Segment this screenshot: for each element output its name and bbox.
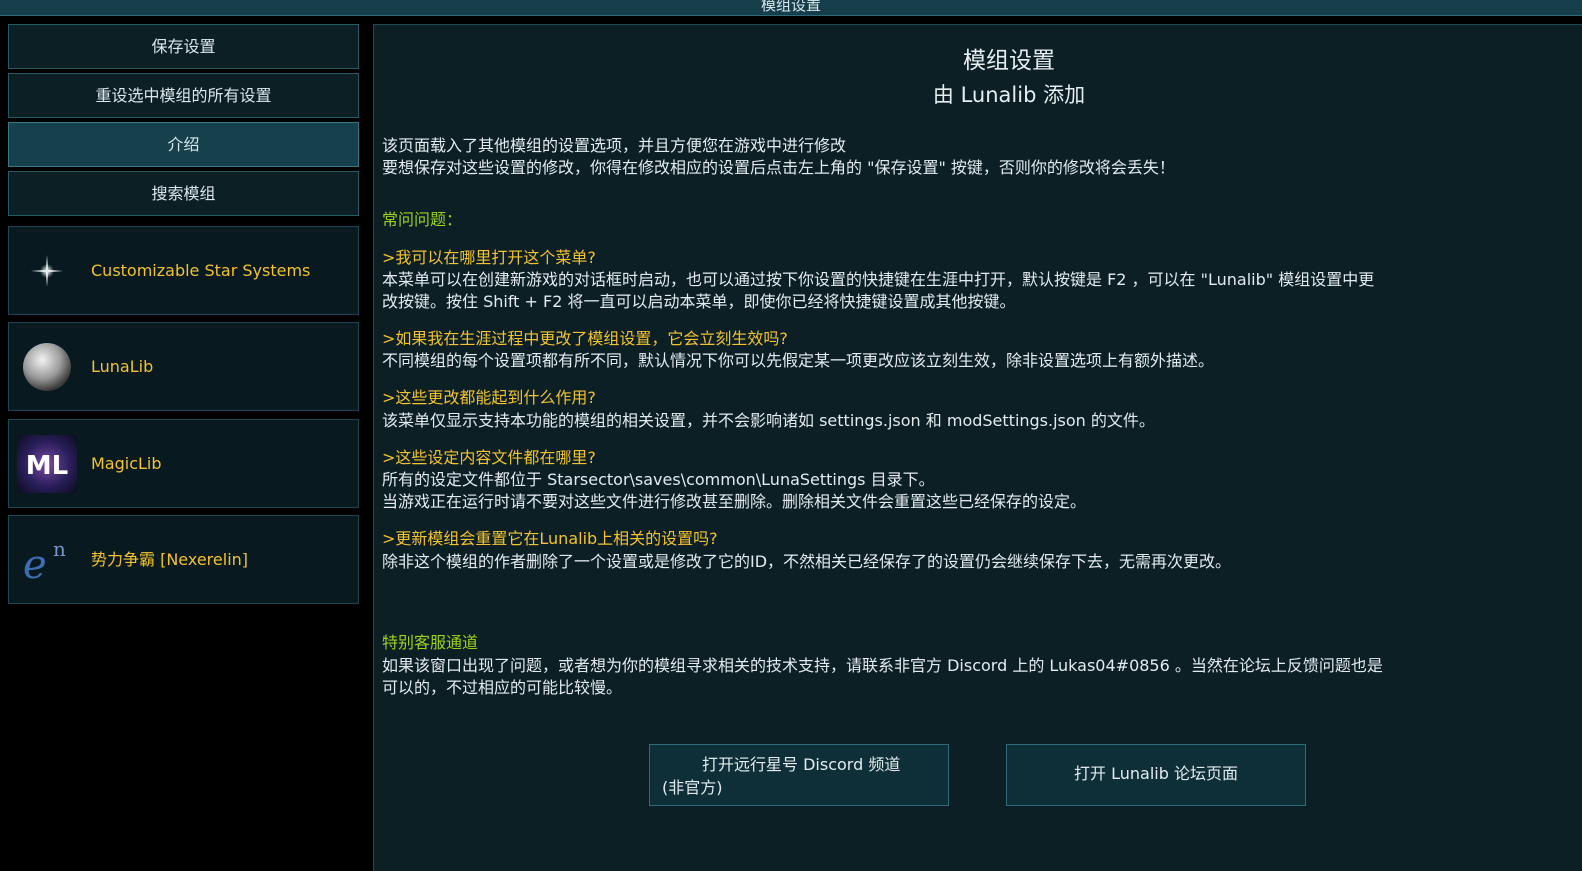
button-label: (非官方) xyxy=(662,778,723,797)
mod-name: LunaLib xyxy=(91,356,154,376)
faq-question: >这些更改都能起到什么作用? xyxy=(382,388,596,407)
moon-icon xyxy=(17,337,77,397)
faq-answer: 改按键。按住 Shift + F2 将一直可以启动本菜单，即使你已经将快捷键设置… xyxy=(382,292,1016,311)
faq-answer: 当游戏正在运行时请不要对这些文件进行修改甚至删除。删除相关文件会重置这些已经保存… xyxy=(382,492,1087,511)
mod-item-lunalib[interactable]: LunaLib xyxy=(8,322,359,411)
faq-answer: 不同模组的每个设置项都有所不同，默认情况下你可以先假定某一项更改应该立刻生效，除… xyxy=(382,351,1215,370)
mod-name: Customizable Star Systems xyxy=(91,260,311,280)
svg-text:n: n xyxy=(53,537,66,561)
support-text: 如果该窗口出现了问题，或者想为你的模组寻求相关的技术支持，请联系非官方 Disc… xyxy=(382,656,1383,675)
support-text: 可以的，不过相应的可能比较慢。 xyxy=(382,678,623,697)
star-sparkle-icon xyxy=(17,241,77,301)
faq-answer: 本菜单可以在创建新游戏的对话框时启动，也可以通过按下你设置的快捷键在生涯中打开，… xyxy=(382,270,1375,289)
intro-line: 要想保存对这些设置的修改，你得在修改相应的设置后点击左上角的 "保存设置" 按键… xyxy=(382,158,1175,177)
reset-mod-settings-button[interactable]: 重设选中模组的所有设置 xyxy=(8,73,359,118)
faq-question: >这些设定内容文件都在哪里? xyxy=(382,448,596,467)
support-heading: 特别客服通道 xyxy=(382,633,479,652)
faq-answer: 该菜单仅显示支持本功能的模组的相关设置，并不会影响诸如 settings.jso… xyxy=(382,411,1155,430)
faq-question: >我可以在哪里打开这个菜单? xyxy=(382,248,596,267)
mod-name: MagicLib xyxy=(91,453,162,473)
nexerelin-logo-icon: e n xyxy=(17,530,77,590)
faq-answer: 除非这个模组的作者删除了一个设置或是修改了它的ID，不然相关已经保存了的设置仍会… xyxy=(382,552,1232,571)
page-subtitle: 由 Lunalib 添加 xyxy=(932,83,1086,107)
search-mods-button[interactable]: 搜索模组 xyxy=(8,171,359,216)
save-settings-button[interactable]: 保存设置 xyxy=(8,24,359,69)
open-discord-button[interactable]: 打开远行星号 Discord 频道 (非官方) xyxy=(649,744,949,806)
faq-question: >如果我在生涯过程中更改了模组设置，它会立刻生效吗? xyxy=(382,329,788,348)
open-forum-button[interactable]: 打开 Lunalib 论坛页面 xyxy=(1006,744,1306,806)
intro-line: 该页面载入了其他模组的设置选项，并且方便您在游戏中进行修改 xyxy=(382,136,847,155)
window-title-bar: 模组设置 xyxy=(0,0,1582,16)
svg-text:e: e xyxy=(23,542,47,588)
mod-name: 势力争霸 [Nexerelin] xyxy=(91,549,249,569)
content-panel: 模组设置 由 Lunalib 添加 该页面载入了其他模组的设置选项，并且方便您在… xyxy=(373,24,1582,871)
mod-item-nexerelin[interactable]: e n 势力争霸 [Nexerelin] xyxy=(8,515,359,604)
svg-text:ML: ML xyxy=(26,451,68,481)
faq-heading: 常问问题： xyxy=(382,210,463,229)
mod-item-magiclib[interactable]: ML MagicLib xyxy=(8,419,359,508)
mod-item-customizable-star-systems[interactable]: Customizable Star Systems xyxy=(8,226,359,315)
faq-answer: 所有的设定文件都位于 Starsector\saves\common\LunaS… xyxy=(382,470,935,489)
magiclib-logo-icon: ML xyxy=(17,434,77,494)
button-label: 打开远行星号 Discord 频道 xyxy=(702,755,901,774)
window-title: 模组设置 xyxy=(760,0,821,14)
page-title: 模组设置 xyxy=(963,48,1055,74)
faq-question: >更新模组会重置它在Lunalib上相关的设置吗? xyxy=(382,529,718,548)
introduction-button[interactable]: 介绍 xyxy=(8,122,359,167)
